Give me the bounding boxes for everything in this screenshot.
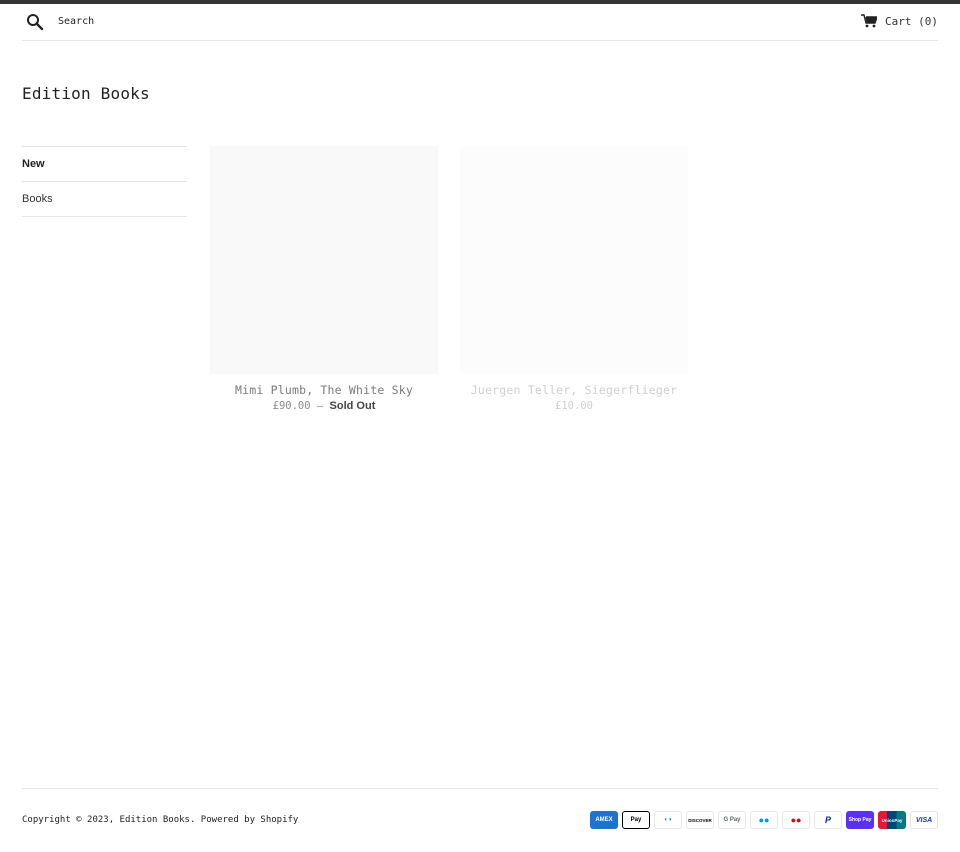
sidebar-item-new[interactable]: New	[22, 147, 187, 182]
product-price: £10.00	[555, 400, 593, 412]
product-title[interactable]: Juergen Teller, Siegerflieger	[460, 383, 688, 397]
shop-pay-icon: Shop Pay	[846, 811, 874, 829]
cart-icon	[861, 14, 878, 28]
amex-icon: AMEX	[590, 811, 618, 829]
product-card[interactable]: Juergen Teller, Siegerflieger £10.00	[460, 146, 688, 412]
maestro-icon: ●●	[750, 811, 778, 829]
search-icon[interactable]	[26, 13, 44, 31]
product-price: £90.00	[272, 400, 311, 412]
site-title[interactable]: Edition Books	[22, 84, 150, 103]
payment-icons: AMEX Pay ◐◑ DISCOVER G Pay ●● ●● P Shop …	[590, 811, 938, 829]
search-input[interactable]	[58, 11, 358, 31]
google-pay-icon: G Pay	[718, 811, 746, 829]
collection-sidebar: New Books	[22, 146, 187, 217]
product-price-line: £10.00	[460, 400, 688, 412]
product-image[interactable]	[460, 146, 688, 374]
mastercard-icon: ●●	[782, 811, 810, 829]
product-title[interactable]: Mimi Plumb, The White Sky	[210, 383, 438, 397]
diners-club-icon: ◐◑	[654, 811, 682, 829]
union-pay-icon: UnionPay	[878, 811, 906, 829]
product-price-line: £90.00 — Sold Out	[210, 400, 438, 412]
site-header: Cart (0)	[22, 4, 938, 41]
apple-pay-icon: Pay	[622, 811, 650, 829]
copyright-text: Copyright © 2023, Edition Books. Powered…	[22, 815, 299, 825]
paypal-icon: P	[814, 811, 842, 829]
cart-link[interactable]: Cart (0)	[861, 14, 938, 28]
cart-label: Cart (0)	[885, 14, 938, 28]
visa-icon: VISA	[910, 811, 938, 829]
footer-divider	[22, 788, 938, 789]
product-card[interactable]: Mimi Plumb, The White Sky £90.00 — Sold …	[210, 146, 438, 412]
product-image[interactable]	[210, 146, 438, 374]
sold-out-label: Sold Out	[329, 400, 376, 412]
price-separator: —	[316, 400, 324, 412]
sidebar-item-books[interactable]: Books	[22, 182, 187, 217]
discover-icon: DISCOVER	[686, 811, 714, 829]
